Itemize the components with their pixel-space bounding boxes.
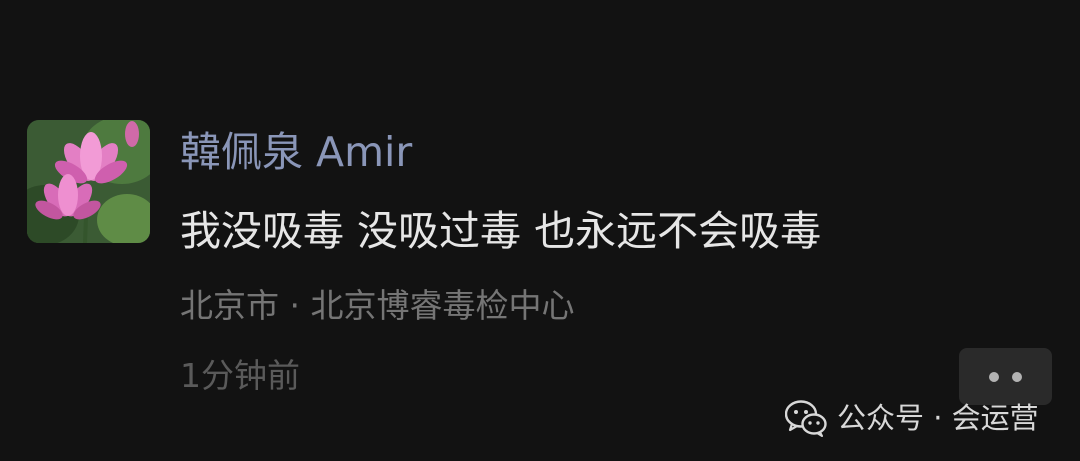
moment-post: 韓佩泉 Amir 我没吸毒 没吸过毒 也永远不会吸毒 北京市 · 北京博睿毒检中… xyxy=(0,0,1080,461)
avatar[interactable] xyxy=(27,120,150,243)
post-time: 1分钟前 xyxy=(180,356,300,395)
watermark-text: 公众号 · 会运营 xyxy=(837,401,1039,435)
location-link[interactable]: 北京市 · 北京博睿毒检中心 xyxy=(180,282,574,330)
watermark: 公众号 · 会运营 xyxy=(785,395,1039,441)
username[interactable]: 韓佩泉 Amir xyxy=(180,124,412,180)
more-dots-icon xyxy=(989,372,999,382)
lotus-avatar-image xyxy=(27,120,150,243)
wechat-logo-icon xyxy=(785,400,827,437)
more-dots-icon xyxy=(1012,372,1022,382)
post-content: 我没吸毒 没吸过毒 也永远不会吸毒 xyxy=(180,207,822,255)
